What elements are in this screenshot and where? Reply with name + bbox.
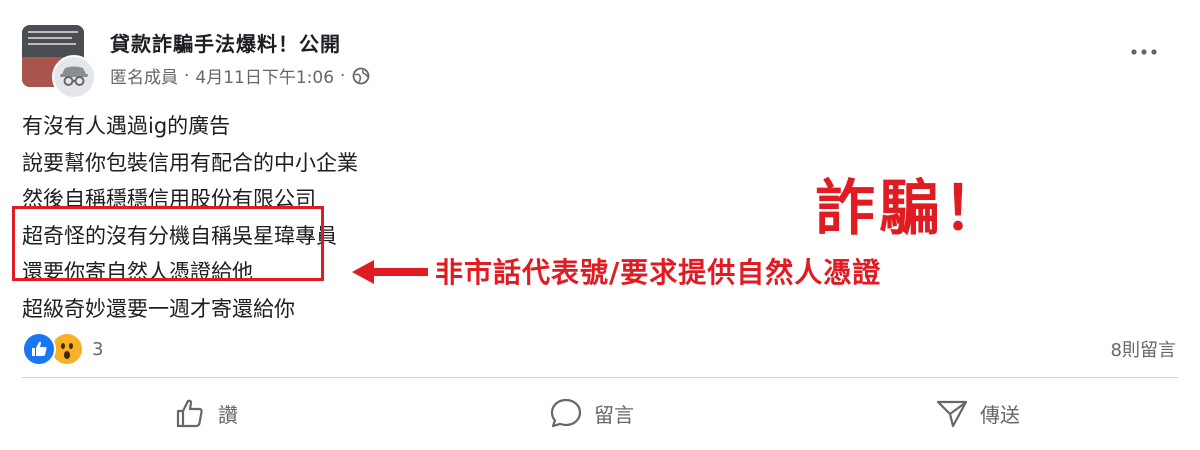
group-name[interactable]: 貸款詐騙手法爆料！公開 [110,28,341,57]
meta-separator: · [340,65,346,86]
share-label: 傳送 [980,402,1020,427]
post-line: 超級奇妙還要一週才寄還給你 [22,296,295,321]
post-meta: 匿名成員 · 4月11日下午1:06 · [110,63,370,88]
share-button[interactable]: 傳送 [934,395,1020,431]
anonymous-icon [60,66,88,86]
globe-icon[interactable] [352,67,370,85]
post-line: 有沒有人遇過ig的廣告 [22,114,231,138]
annotation-text: 非市話代表號/要求提供自然人憑證 [435,256,882,289]
more-options-icon[interactable] [1128,44,1160,60]
comment-bubble-icon [550,398,582,428]
group-avatar-text-strip [28,31,78,33]
like-button[interactable]: 讚 [172,395,238,431]
arrow-left-icon [352,260,428,284]
post-line: 說要幫你包裝信用有配合的中小企業 [22,150,358,175]
meta-separator: · [184,65,190,86]
like-reaction-icon [22,332,56,366]
author-name[interactable]: 匿名成員 [110,63,178,88]
comment-label: 留言 [594,402,634,427]
divider [22,377,1178,378]
comment-button[interactable]: 留言 [548,395,634,431]
group-avatar-text-strip [28,37,72,39]
reaction-count: 3 [92,338,104,360]
anonymous-avatar[interactable] [52,55,96,99]
scam-stamp: 詐騙！ [815,174,1007,244]
group-avatar-top [22,25,84,57]
reactions-summary[interactable]: 3 [22,332,104,366]
thumbs-up-icon [176,399,203,428]
like-label: 讚 [218,402,238,427]
send-icon [936,400,968,428]
post-timestamp[interactable]: 4月11日下午1:06 [195,63,334,88]
highlight-box [12,206,324,281]
comment-count[interactable]: 8則留言 [1111,336,1176,362]
group-avatar-text-strip [28,43,76,45]
